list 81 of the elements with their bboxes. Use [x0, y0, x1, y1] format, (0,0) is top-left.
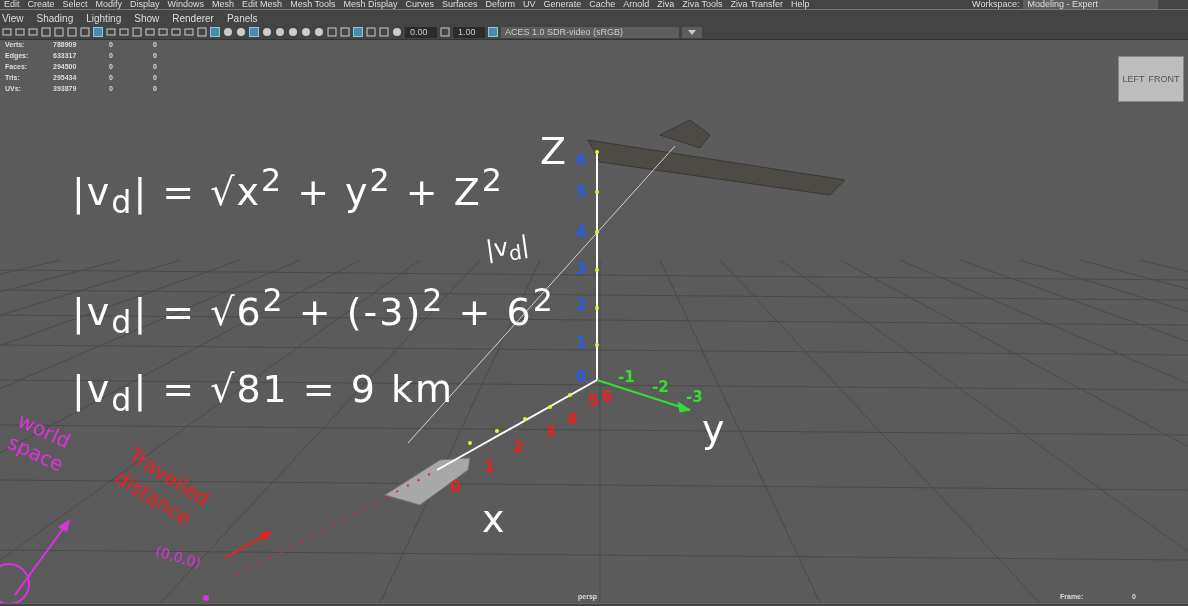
tick-label: 4 — [576, 225, 587, 240]
square-icon[interactable] — [145, 27, 155, 37]
tick-label: 3 — [545, 425, 556, 440]
menu-item[interactable]: Edit — [0, 0, 24, 9]
menu-item[interactable]: Mesh Display — [339, 0, 402, 9]
axis-label: x — [482, 500, 505, 538]
menu-item[interactable]: Arnold — [619, 0, 654, 9]
viewport[interactable] — [0, 40, 1188, 603]
square-icon[interactable] — [366, 27, 376, 37]
cube-face-label: LEFT — [1122, 74, 1145, 84]
menu-item[interactable]: UV — [519, 0, 540, 9]
tick-label: 2 — [513, 440, 524, 455]
workspace-dropdown[interactable]: Modeling - Expert — [1023, 0, 1158, 9]
origin-dot — [203, 595, 209, 601]
square-icon[interactable] — [440, 27, 450, 37]
tick-label: 0 — [450, 480, 461, 495]
menu-item[interactable]: Ziva Tools — [678, 0, 727, 9]
square-icon[interactable] — [67, 27, 77, 37]
cube-face-label: FRONT — [1148, 74, 1180, 84]
panel-menu-item[interactable]: View — [2, 13, 24, 24]
axis-label: y — [702, 410, 725, 448]
square-icon[interactable] — [54, 27, 64, 37]
tick-label: 0 — [576, 370, 587, 385]
tick-label: -1 — [618, 370, 635, 385]
tick-label: 3 — [576, 262, 587, 277]
menu-item[interactable]: Mesh Tools — [286, 0, 340, 9]
menu-item[interactable]: Surfaces — [438, 0, 482, 9]
caret-icon — [688, 29, 696, 35]
tick-label: 1 — [484, 460, 495, 475]
menu-item[interactable]: Curves — [401, 0, 439, 9]
square-icon[interactable] — [158, 27, 168, 37]
handwritten-formula: |v$_{d}$| = √6$^{2}$ + (-3)$^{2}$ + 6$^{2}$ — [72, 285, 555, 339]
panel-menu-item[interactable]: Shading — [36, 13, 74, 24]
square-icon[interactable] — [327, 27, 337, 37]
tick-label: 5 — [588, 394, 599, 409]
tick-label: -2 — [652, 380, 669, 395]
square-icon[interactable] — [340, 27, 350, 37]
menu-item[interactable]: Cache — [585, 0, 620, 9]
color-space-dropdown[interactable]: ACES 1.0 SDR-video (sRGB) — [501, 26, 679, 38]
square-icon[interactable] — [106, 27, 116, 37]
menu-item[interactable]: Select — [58, 0, 92, 9]
tick-label: 6 — [576, 153, 587, 168]
handwritten-note: (0,0,0) — [154, 544, 203, 570]
panel-menu-item[interactable]: Panels — [226, 13, 258, 24]
panel-menu-item[interactable]: Renderer — [172, 13, 214, 24]
tick-label: 6 — [602, 390, 613, 405]
square-icon[interactable] — [171, 27, 181, 37]
menu-item[interactable]: Modify — [91, 0, 127, 9]
tick-label: 2 — [576, 298, 587, 313]
gamma-field[interactable]: 1.00 — [453, 26, 485, 38]
square-icon[interactable] — [184, 27, 194, 37]
view-cube[interactable]: LEFT FRONT — [1118, 56, 1184, 102]
menu-item[interactable]: Generate — [539, 0, 586, 9]
menu-item[interactable]: Edit Mesh — [238, 0, 287, 9]
tick-label: 4 — [567, 412, 578, 427]
handwritten-label: |v$_{d}$| — [484, 232, 531, 267]
square-icon[interactable] — [379, 27, 389, 37]
square-icon[interactable] — [119, 27, 129, 37]
square-icon[interactable] — [80, 27, 90, 37]
square-icon[interactable] — [132, 27, 142, 37]
direction-arrow — [224, 531, 272, 559]
exposure-field[interactable]: 0.00 — [405, 26, 437, 38]
handwritten-formula: |v$_{d}$| = √x$^{2}$ + y$^{2}$ + Z$^{2}$ — [72, 165, 504, 219]
dropdown-button[interactable] — [682, 26, 702, 38]
workspace-label: Workspace: — [972, 0, 1020, 9]
menu-item[interactable]: Create — [23, 0, 59, 9]
circle-icon[interactable] — [314, 27, 324, 37]
menu-item[interactable]: Windows — [163, 0, 209, 9]
circle-mark — [0, 563, 30, 603]
menu-item[interactable]: Ziva Transfer — [726, 0, 788, 9]
menu-item[interactable]: Mesh — [208, 0, 239, 9]
menu-item[interactable]: Help — [787, 0, 814, 9]
menu-item[interactable]: Deform — [481, 0, 520, 9]
tick-label: 5 — [576, 185, 587, 200]
tick-label: 1 — [576, 336, 587, 351]
panel-menu-item[interactable]: Show — [134, 13, 160, 24]
tick-label: -3 — [686, 390, 703, 405]
axis-label: Z — [540, 132, 567, 170]
menu-item[interactable]: Display — [126, 0, 164, 9]
panel-menu-item[interactable]: Lighting — [86, 13, 122, 24]
menu-item[interactable]: Ziva — [653, 0, 679, 9]
